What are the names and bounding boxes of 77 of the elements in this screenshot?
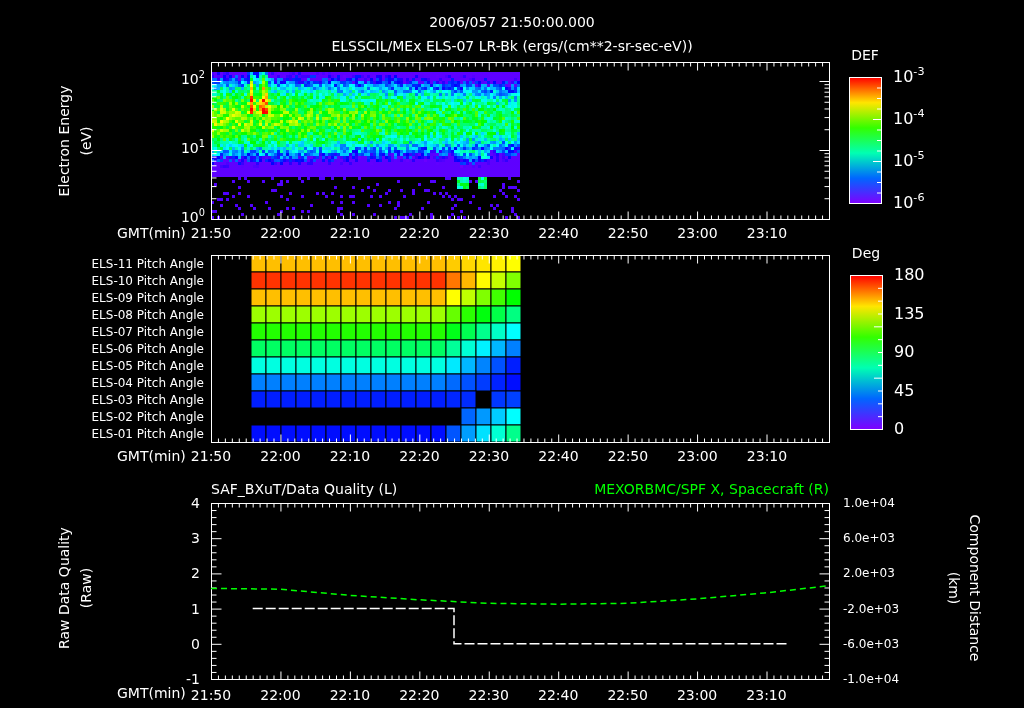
tick-label: 22:10 <box>329 687 371 703</box>
tick-label: 21:50 <box>190 448 232 464</box>
tick-label: 22:30 <box>468 687 509 703</box>
tick-label: 23:10 <box>746 448 788 464</box>
tick-label: 23:10 <box>746 687 787 703</box>
tick-label: 22:30 <box>468 225 510 241</box>
tick-label: 21:50 <box>190 687 232 703</box>
tick-label: -6.0e+03 <box>843 636 900 651</box>
tick-label: 22:30 <box>468 448 510 464</box>
channel-label: ELS-08 Pitch Angle <box>91 307 204 322</box>
tick-label: 23:00 <box>677 448 718 464</box>
tick-label: 22:20 <box>399 448 440 464</box>
tick-label: 4 <box>191 495 200 511</box>
tick-label: 22:20 <box>399 225 440 241</box>
axis-label: GMT(min) <box>117 225 186 241</box>
chart-title: MEXORBMC/SPF X, Spacecraft (R) <box>594 481 829 497</box>
tick-label: 10$^{2}$ <box>180 71 205 87</box>
tick-label: 1 <box>191 600 200 617</box>
axis-label: GMT(min) <box>117 685 186 701</box>
axis-label: (km) <box>946 571 962 605</box>
colorbar-tick-label: 135 <box>894 303 925 324</box>
channel-label: ELS-10 Pitch Angle <box>91 273 204 288</box>
colorbar-tick-label: 0 <box>894 419 905 439</box>
tick-label: -1.0e+04 <box>843 672 900 686</box>
tick-label: 22:10 <box>329 448 371 464</box>
tick-label: 3 <box>191 530 200 547</box>
colorbar-tick-label: 45 <box>894 380 915 401</box>
colorbar-tick-label: 10$^{-6}$ <box>893 193 925 213</box>
colorbar-tick-label: 90 <box>894 342 915 362</box>
channel-label: ELS-03 Pitch Angle <box>91 392 204 407</box>
tick-label: 23:00 <box>677 225 718 241</box>
channel-label: ELS-07 Pitch Angle <box>91 324 204 339</box>
channel-label: ELS-01 Pitch Angle <box>91 426 204 441</box>
tick-label: 1.0e+04 <box>843 496 895 510</box>
tick-label: 22:20 <box>399 687 440 703</box>
tick-label: 22:50 <box>607 225 649 241</box>
channel-label: ELS-11 Pitch Angle <box>91 256 204 271</box>
tick-label: 22:40 <box>538 225 579 241</box>
channel-label: ELS-02 Pitch Angle <box>91 409 204 424</box>
channel-label: ELS-05 Pitch Angle <box>91 358 204 373</box>
tick-label: 22:50 <box>607 448 649 464</box>
tick-label: 22:00 <box>260 448 301 464</box>
colorbar-tick-label: 10$^{-5}$ <box>893 151 925 171</box>
tick-label: 0 <box>191 635 200 652</box>
chart-title: SAF_BXuT/Data Quality (L) <box>211 481 398 497</box>
tick-label: -2.0e+03 <box>843 601 900 616</box>
tick-label: 2 <box>191 565 200 582</box>
axis-label: GMT(min) <box>117 448 186 464</box>
colorbar-tick-label: 180 <box>894 265 925 285</box>
axis-label: (eV) <box>78 126 94 156</box>
tick-label: 22:00 <box>260 687 301 703</box>
axis-label: Electron Energy <box>56 85 72 197</box>
tick-label: 22:40 <box>538 687 579 703</box>
tick-label: 2.0e+03 <box>843 566 895 581</box>
tick-label: 10$^{0}$ <box>180 209 205 225</box>
tick-label: 22:00 <box>260 225 301 241</box>
channel-label: ELS-06 Pitch Angle <box>91 341 204 356</box>
axis-label: Component Distance <box>967 514 983 662</box>
colorbar-tick-label: 10$^{-3}$ <box>893 67 925 87</box>
tick-label: -1 <box>186 671 200 687</box>
tick-label: 22:10 <box>329 225 371 241</box>
channel-label: ELS-04 Pitch Angle <box>91 375 204 390</box>
tick-label: 22:50 <box>607 687 648 703</box>
axis-label: Raw Data Quality <box>56 527 72 649</box>
tick-label: 6.0e+03 <box>843 531 895 546</box>
colorbar-title: DEF <box>851 47 879 63</box>
tick-label: 21:50 <box>190 225 232 241</box>
colorbar-tick-label: 10$^{-4}$ <box>893 109 925 129</box>
colorbar-title: Deg <box>851 245 881 261</box>
tick-label: 10$^{1}$ <box>180 140 205 156</box>
plot-time: 2006/057 21:50:00.000 <box>429 14 595 30</box>
tick-label: 23:00 <box>676 687 718 703</box>
tick-label: 23:10 <box>746 225 788 241</box>
channel-label: ELS-09 Pitch Angle <box>91 290 204 305</box>
axis-label: (Raw) <box>78 567 94 609</box>
tick-label: 22:40 <box>538 448 579 464</box>
plot-title: ELSSCIL/MEx ELS-07 LR-Bk (ergs/(cm**2-sr-sec-eV)) <box>331 38 693 54</box>
